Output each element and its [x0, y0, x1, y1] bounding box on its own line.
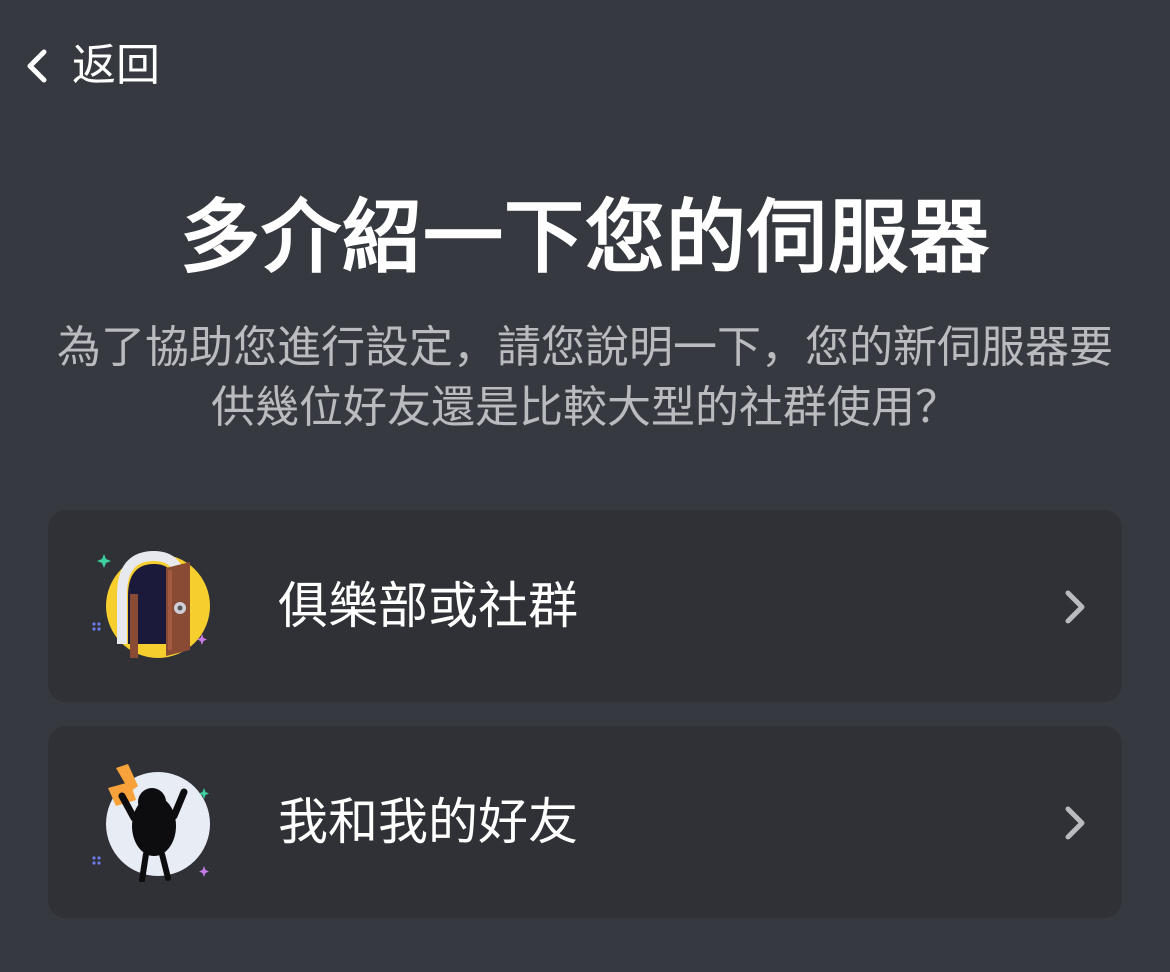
page-title: 多介紹一下您的伺服器 [180, 191, 990, 284]
back-button[interactable]: 返回 [22, 34, 160, 98]
friends-icon [92, 764, 210, 882]
option-me-and-friends[interactable]: 我和我的好友 [48, 726, 1122, 918]
option-label: 我和我的好友 [278, 793, 578, 851]
option-club-community[interactable]: 俱樂部或社群 [48, 510, 1122, 702]
chevron-right-icon [1065, 806, 1085, 840]
chevron-right-icon [1065, 590, 1085, 624]
server-purpose-screen: 返回 多介紹一下您的伺服器 為了協助您進行設定，請您說明一下，您的新伺服器要供幾… [0, 0, 1170, 972]
club-door-icon [92, 550, 210, 658]
option-label: 俱樂部或社群 [278, 577, 578, 635]
back-label: 返回 [72, 40, 160, 91]
chevron-left-icon [27, 49, 47, 83]
page-subtitle: 為了協助您進行設定，請您說明一下，您的新伺服器要供幾位好友還是比較大型的社群使用… [57, 322, 1113, 433]
